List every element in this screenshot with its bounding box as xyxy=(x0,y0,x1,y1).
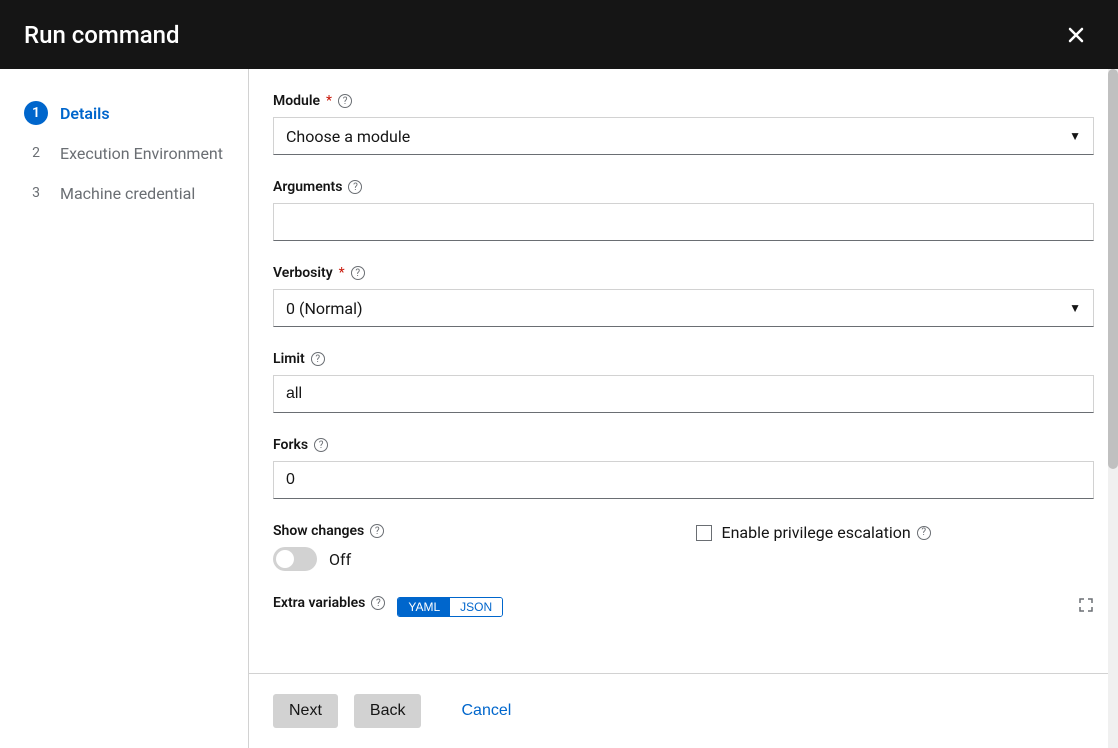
label-row: Forks ? xyxy=(273,437,1094,453)
help-icon[interactable]: ? xyxy=(348,180,362,194)
yaml-button[interactable]: YAML xyxy=(398,598,450,616)
arguments-field-group: Arguments ? xyxy=(273,179,1094,241)
verbosity-label: Verbosity xyxy=(273,265,333,281)
checkbox-label-row: Enable privilege escalation ? xyxy=(722,523,931,542)
show-changes-label: Show changes xyxy=(273,523,364,539)
extra-vars-header: Extra variables ? YAML JSON xyxy=(273,595,1094,619)
help-icon[interactable]: ? xyxy=(314,438,328,452)
help-icon[interactable]: ? xyxy=(351,266,365,280)
wizard-footer: Next Back Cancel xyxy=(249,673,1118,748)
step-execution-environment[interactable]: 2 Execution Environment xyxy=(0,133,248,173)
wizard-sidebar: 1 Details 2 Execution Environment 3 Mach… xyxy=(0,69,249,748)
caret-down-icon: ▼ xyxy=(1069,301,1081,315)
close-icon xyxy=(1066,25,1086,45)
step-details[interactable]: 1 Details xyxy=(0,93,248,133)
label-row: Limit ? xyxy=(273,351,1094,367)
label-row: Extra variables ? xyxy=(273,595,385,611)
step-label: Execution Environment xyxy=(60,144,223,163)
arguments-input[interactable] xyxy=(273,203,1094,241)
step-machine-credential[interactable]: 3 Machine credential xyxy=(0,173,248,213)
extra-vars-label: Extra variables xyxy=(273,595,365,611)
help-icon[interactable]: ? xyxy=(311,352,325,366)
help-icon[interactable]: ? xyxy=(370,524,384,538)
privilege-escalation-group: Enable privilege escalation ? xyxy=(696,523,1095,571)
help-icon[interactable]: ? xyxy=(917,526,931,540)
toggle-row: Off xyxy=(273,547,672,571)
extra-vars-group: Extra variables ? YAML JSON xyxy=(273,595,1094,619)
privilege-escalation-checkbox[interactable] xyxy=(696,525,712,541)
back-button[interactable]: Back xyxy=(354,694,422,728)
module-select-value: Choose a module xyxy=(286,127,410,146)
toggle-knob xyxy=(276,550,294,568)
forks-label: Forks xyxy=(273,437,308,453)
caret-down-icon: ▼ xyxy=(1069,129,1081,143)
step-label: Details xyxy=(60,104,110,123)
extra-vars-left: Extra variables ? YAML JSON xyxy=(273,595,503,619)
module-field-group: Module * ? Choose a module ▼ xyxy=(273,93,1094,155)
required-indicator: * xyxy=(339,265,345,281)
show-changes-group: Show changes ? Off xyxy=(273,523,672,571)
close-button[interactable] xyxy=(1058,17,1094,53)
step-label: Machine credential xyxy=(60,184,195,203)
form-content: Module * ? Choose a module ▼ Arguments ?… xyxy=(249,69,1118,663)
label-row: Arguments ? xyxy=(273,179,1094,195)
toggle-state-text: Off xyxy=(329,550,351,569)
step-number: 2 xyxy=(24,141,48,165)
modal-header: Run command xyxy=(0,0,1118,69)
json-button[interactable]: JSON xyxy=(450,598,502,616)
verbosity-select[interactable]: 0 (Normal) ▼ xyxy=(273,289,1094,327)
step-number: 1 xyxy=(24,101,48,125)
help-icon[interactable]: ? xyxy=(371,596,385,610)
module-select[interactable]: Choose a module ▼ xyxy=(273,117,1094,155)
privilege-escalation-label: Enable privilege escalation xyxy=(722,523,911,542)
next-button[interactable]: Next xyxy=(273,694,338,728)
modal-title: Run command xyxy=(24,21,180,49)
checkbox-row: Enable privilege escalation ? xyxy=(696,523,1095,542)
arguments-label: Arguments xyxy=(273,179,342,195)
forks-field-group: Forks ? xyxy=(273,437,1094,499)
limit-field-group: Limit ? xyxy=(273,351,1094,413)
forks-input[interactable] xyxy=(273,461,1094,499)
cancel-button[interactable]: Cancel xyxy=(437,694,527,728)
required-indicator: * xyxy=(326,93,332,109)
module-label: Module xyxy=(273,93,320,109)
expand-icon[interactable] xyxy=(1078,597,1094,618)
limit-input[interactable] xyxy=(273,375,1094,413)
show-changes-toggle[interactable] xyxy=(273,547,317,571)
scrollbar-thumb[interactable] xyxy=(1108,69,1118,469)
label-row: Show changes ? xyxy=(273,523,672,539)
verbosity-field-group: Verbosity * ? 0 (Normal) ▼ xyxy=(273,265,1094,327)
modal-body: 1 Details 2 Execution Environment 3 Mach… xyxy=(0,69,1118,748)
help-icon[interactable]: ? xyxy=(338,94,352,108)
format-toggle-group: YAML JSON xyxy=(397,597,503,617)
scrollbar[interactable] xyxy=(1108,69,1118,748)
label-row: Verbosity * ? xyxy=(273,265,1094,281)
limit-label: Limit xyxy=(273,351,305,367)
step-number: 3 xyxy=(24,181,48,205)
toggle-row: Show changes ? Off Enable privilege esca… xyxy=(273,523,1094,571)
label-row: Module * ? xyxy=(273,93,1094,109)
verbosity-select-value: 0 (Normal) xyxy=(286,299,363,318)
